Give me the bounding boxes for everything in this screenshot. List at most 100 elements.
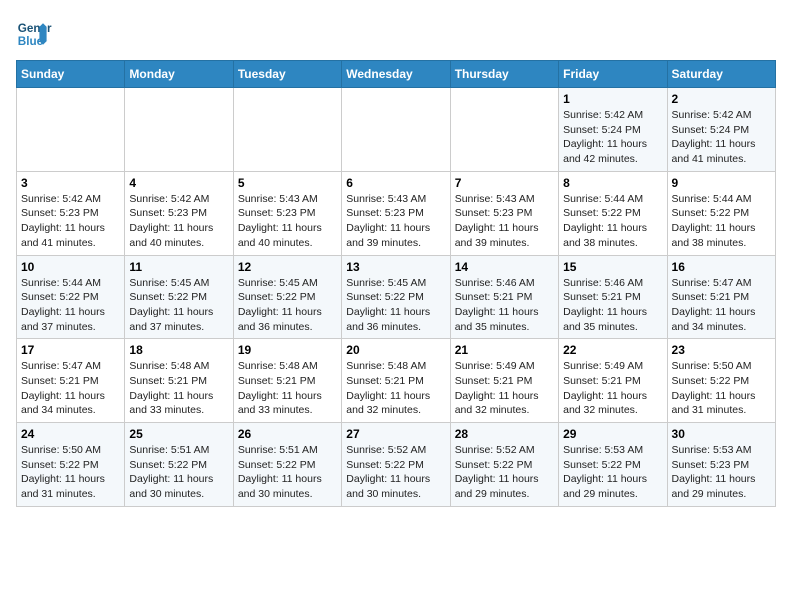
day-info: Sunrise: 5:52 AM Sunset: 5:22 PM Dayligh… [346,443,445,502]
logo: General Blue [16,16,52,52]
calendar-cell: 5 Sunrise: 5:43 AM Sunset: 5:23 PM Daylig… [233,171,341,255]
calendar-cell: 28 Sunrise: 5:52 AM Sunset: 5:22 PM Dayli… [450,423,558,507]
calendar-cell: 8 Sunrise: 5:44 AM Sunset: 5:22 PM Daylig… [559,171,667,255]
calendar-cell: 4 Sunrise: 5:42 AM Sunset: 5:23 PM Daylig… [125,171,233,255]
day-number: 17 [21,343,120,357]
calendar-cell [342,88,450,172]
day-number: 18 [129,343,228,357]
day-info: Sunrise: 5:49 AM Sunset: 5:21 PM Dayligh… [455,359,554,418]
calendar-cell: 2Sunrise: 5:42 AM Sunset: 5:24 PM Daylig… [667,88,775,172]
calendar-cell: 25 Sunrise: 5:51 AM Sunset: 5:22 PM Dayli… [125,423,233,507]
day-number: 23 [672,343,771,357]
calendar-cell: 6 Sunrise: 5:43 AM Sunset: 5:23 PM Daylig… [342,171,450,255]
calendar-cell: 18 Sunrise: 5:48 AM Sunset: 5:21 PM Dayli… [125,339,233,423]
calendar-cell: 15 Sunrise: 5:46 AM Sunset: 5:21 PM Dayli… [559,255,667,339]
weekday-header-row: SundayMondayTuesdayWednesdayThursdayFrid… [17,61,776,88]
day-info: Sunrise: 5:42 AM Sunset: 5:23 PM Dayligh… [21,192,120,251]
weekday-header-friday: Friday [559,61,667,88]
day-info: Sunrise: 5:45 AM Sunset: 5:22 PM Dayligh… [238,276,337,335]
day-number: 8 [563,176,662,190]
day-info: Sunrise: 5:43 AM Sunset: 5:23 PM Dayligh… [238,192,337,251]
calendar-cell: 12 Sunrise: 5:45 AM Sunset: 5:22 PM Dayli… [233,255,341,339]
day-number: 29 [563,427,662,441]
weekday-header-saturday: Saturday [667,61,775,88]
calendar-cell: 17Sunrise: 5:47 AM Sunset: 5:21 PM Dayli… [17,339,125,423]
day-info: Sunrise: 5:49 AM Sunset: 5:21 PM Dayligh… [563,359,662,418]
day-info: Sunrise: 5:48 AM Sunset: 5:21 PM Dayligh… [346,359,445,418]
day-info: Sunrise: 5:42 AM Sunset: 5:24 PM Dayligh… [563,108,662,167]
day-number: 13 [346,260,445,274]
calendar-cell: 16Sunrise: 5:47 AM Sunset: 5:21 PM Dayli… [667,255,775,339]
calendar-cell: 9Sunrise: 5:44 AM Sunset: 5:22 PM Daylig… [667,171,775,255]
day-info: Sunrise: 5:43 AM Sunset: 5:23 PM Dayligh… [455,192,554,251]
calendar-cell: 20 Sunrise: 5:48 AM Sunset: 5:21 PM Dayli… [342,339,450,423]
day-number: 6 [346,176,445,190]
day-info: Sunrise: 5:52 AM Sunset: 5:22 PM Dayligh… [455,443,554,502]
day-info: Sunrise: 5:51 AM Sunset: 5:22 PM Dayligh… [129,443,228,502]
day-info: Sunrise: 5:48 AM Sunset: 5:21 PM Dayligh… [238,359,337,418]
day-number: 20 [346,343,445,357]
day-number: 22 [563,343,662,357]
day-number: 26 [238,427,337,441]
day-number: 9 [672,176,771,190]
day-number: 19 [238,343,337,357]
calendar-cell: 14Sunrise: 5:46 AM Sunset: 5:21 PM Dayli… [450,255,558,339]
calendar-cell: 11 Sunrise: 5:45 AM Sunset: 5:22 PM Dayli… [125,255,233,339]
calendar-cell: 13Sunrise: 5:45 AM Sunset: 5:22 PM Dayli… [342,255,450,339]
day-info: Sunrise: 5:50 AM Sunset: 5:22 PM Dayligh… [21,443,120,502]
day-info: Sunrise: 5:53 AM Sunset: 5:22 PM Dayligh… [563,443,662,502]
day-number: 4 [129,176,228,190]
week-row-5: 24 Sunrise: 5:50 AM Sunset: 5:22 PM Dayli… [17,423,776,507]
calendar-cell [125,88,233,172]
day-number: 24 [21,427,120,441]
day-number: 7 [455,176,554,190]
day-info: Sunrise: 5:44 AM Sunset: 5:22 PM Dayligh… [21,276,120,335]
calendar-cell: 19 Sunrise: 5:48 AM Sunset: 5:21 PM Dayli… [233,339,341,423]
day-number: 30 [672,427,771,441]
day-number: 5 [238,176,337,190]
svg-text:General: General [18,22,52,35]
day-number: 28 [455,427,554,441]
day-number: 11 [129,260,228,274]
day-info: Sunrise: 5:53 AM Sunset: 5:23 PM Dayligh… [672,443,771,502]
calendar-cell: 26 Sunrise: 5:51 AM Sunset: 5:22 PM Dayli… [233,423,341,507]
week-row-2: 3 Sunrise: 5:42 AM Sunset: 5:23 PM Daylig… [17,171,776,255]
calendar-cell: 24 Sunrise: 5:50 AM Sunset: 5:22 PM Dayli… [17,423,125,507]
day-number: 15 [563,260,662,274]
weekday-header-tuesday: Tuesday [233,61,341,88]
day-info: Sunrise: 5:42 AM Sunset: 5:23 PM Dayligh… [129,192,228,251]
day-number: 1 [563,92,662,106]
calendar-cell: 3 Sunrise: 5:42 AM Sunset: 5:23 PM Daylig… [17,171,125,255]
weekday-header-monday: Monday [125,61,233,88]
day-number: 25 [129,427,228,441]
day-info: Sunrise: 5:51 AM Sunset: 5:22 PM Dayligh… [238,443,337,502]
day-info: Sunrise: 5:47 AM Sunset: 5:21 PM Dayligh… [672,276,771,335]
day-info: Sunrise: 5:42 AM Sunset: 5:24 PM Dayligh… [672,108,771,167]
calendar-cell: 30 Sunrise: 5:53 AM Sunset: 5:23 PM Dayli… [667,423,775,507]
calendar-cell: 29 Sunrise: 5:53 AM Sunset: 5:22 PM Dayli… [559,423,667,507]
calendar-cell: 22 Sunrise: 5:49 AM Sunset: 5:21 PM Dayli… [559,339,667,423]
calendar-cell [450,88,558,172]
week-row-1: 1 Sunrise: 5:42 AM Sunset: 5:24 PM Daylig… [17,88,776,172]
week-row-4: 17Sunrise: 5:47 AM Sunset: 5:21 PM Dayli… [17,339,776,423]
calendar-table: SundayMondayTuesdayWednesdayThursdayFrid… [16,60,776,507]
day-info: Sunrise: 5:48 AM Sunset: 5:21 PM Dayligh… [129,359,228,418]
calendar-cell [233,88,341,172]
day-info: Sunrise: 5:45 AM Sunset: 5:22 PM Dayligh… [129,276,228,335]
weekday-header-sunday: Sunday [17,61,125,88]
page-header: General Blue [16,16,776,52]
calendar-cell: 1 Sunrise: 5:42 AM Sunset: 5:24 PM Daylig… [559,88,667,172]
day-number: 3 [21,176,120,190]
day-number: 12 [238,260,337,274]
day-info: Sunrise: 5:46 AM Sunset: 5:21 PM Dayligh… [455,276,554,335]
calendar-cell [17,88,125,172]
day-number: 27 [346,427,445,441]
weekday-header-wednesday: Wednesday [342,61,450,88]
day-info: Sunrise: 5:44 AM Sunset: 5:22 PM Dayligh… [563,192,662,251]
day-info: Sunrise: 5:50 AM Sunset: 5:22 PM Dayligh… [672,359,771,418]
logo-icon: General Blue [16,16,52,52]
day-number: 10 [21,260,120,274]
day-info: Sunrise: 5:43 AM Sunset: 5:23 PM Dayligh… [346,192,445,251]
calendar-cell: 23 Sunrise: 5:50 AM Sunset: 5:22 PM Dayli… [667,339,775,423]
day-info: Sunrise: 5:46 AM Sunset: 5:21 PM Dayligh… [563,276,662,335]
